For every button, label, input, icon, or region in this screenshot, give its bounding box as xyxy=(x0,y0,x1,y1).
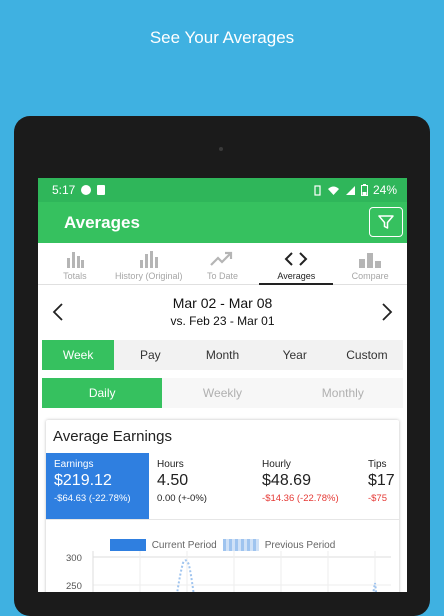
filter-icon xyxy=(378,215,394,229)
average-earnings-card: Average Earnings Earnings $219.12 -$64.6… xyxy=(46,420,399,592)
metric-change: -$64.63 (-22.78%) xyxy=(54,493,131,504)
metric-value: $48.69 xyxy=(262,472,311,489)
app-bar: Averages xyxy=(38,202,407,243)
metric-value: $17 xyxy=(367,472,395,489)
app-notification-icon xyxy=(81,185,92,195)
range-year[interactable]: Year xyxy=(259,340,331,370)
metric-value: $219.12 xyxy=(54,472,112,489)
tab-label: Totals xyxy=(63,271,87,281)
metric-change: 0.00 (+-0%) xyxy=(157,493,207,504)
page-title: Averages xyxy=(64,212,140,232)
status-bar: 5:17 24% xyxy=(38,178,407,202)
metric-label: Tips xyxy=(367,459,387,470)
chevron-left-icon xyxy=(52,302,63,321)
signal-icon xyxy=(345,185,355,195)
tab-label: Compare xyxy=(351,271,389,281)
interval-monthly[interactable]: Monthly xyxy=(283,378,403,408)
legend-previous-label: Previous Period xyxy=(264,539,336,551)
document-notification-icon xyxy=(97,185,106,195)
legend-current-label: Current Period xyxy=(151,539,217,551)
card-title: Average Earnings xyxy=(53,428,172,445)
tab-label: Averages xyxy=(277,271,316,281)
metric-hourly[interactable]: Hourly $48.69 -$14.36 (-22.78%) xyxy=(254,453,360,519)
previous-period-line xyxy=(176,559,195,592)
tab-history[interactable]: History (Original) xyxy=(112,243,186,284)
compare-period-range: vs. Feb 23 - Mar 01 xyxy=(170,314,275,328)
tab-label: To Date xyxy=(206,271,238,281)
wifi-icon xyxy=(327,186,339,195)
previous-period-line xyxy=(372,582,378,592)
tab-bar: Totals History (Original) To Date Averag… xyxy=(38,243,407,285)
tab-averages[interactable]: Averages xyxy=(259,243,333,285)
metric-value: 4.50 xyxy=(157,472,189,489)
compare-bars-icon xyxy=(359,253,382,268)
tab-compare[interactable]: Compare xyxy=(333,243,407,284)
metric-hours[interactable]: Hours 4.50 0.00 (+-0%) xyxy=(149,453,254,519)
current-period-range: Mar 02 - Mar 08 xyxy=(172,295,273,311)
tab-to-date[interactable]: To Date xyxy=(186,243,260,284)
code-brackets-icon xyxy=(284,252,308,266)
tab-totals[interactable]: Totals xyxy=(38,243,112,284)
trending-up-icon xyxy=(210,251,233,266)
range-custom[interactable]: Custom xyxy=(331,340,403,370)
metric-label: Hours xyxy=(157,459,184,470)
period-dates: Mar 02 - Mar 08 vs. Feb 23 - Mar 01 xyxy=(78,295,367,328)
app-screen: 5:17 24% Averages Totals History (Origin… xyxy=(38,178,407,592)
battery-icon xyxy=(360,184,368,196)
range-week[interactable]: Week xyxy=(42,340,115,370)
current-period-swatch xyxy=(109,539,146,551)
date-navigator: Mar 02 - Mar 08 vs. Feb 23 - Mar 01 xyxy=(38,285,407,338)
y-tick-label: 250 xyxy=(66,581,82,592)
interval-daily[interactable]: Daily xyxy=(42,378,163,408)
camera-dot xyxy=(219,147,223,151)
y-tick-label: 300 xyxy=(66,553,82,564)
promo-title: See Your Averages xyxy=(149,28,295,47)
metric-earnings[interactable]: Earnings $219.12 -$64.63 (-22.78%) xyxy=(46,453,150,519)
vibrate-icon xyxy=(314,184,321,196)
metric-tips[interactable]: Tips $17 -$75 xyxy=(360,453,399,519)
range-month[interactable]: Month xyxy=(186,340,258,370)
bar-chart-icon xyxy=(66,252,84,268)
tab-label: History (Original) xyxy=(114,271,183,281)
range-pay[interactable]: Pay xyxy=(114,340,186,370)
previous-period-swatch xyxy=(222,539,259,551)
status-time: 5:17 xyxy=(52,183,76,197)
battery-percent: 24% xyxy=(372,183,397,197)
metric-label: Hourly xyxy=(262,459,291,470)
earnings-chart: 300 250 xyxy=(66,551,391,592)
bar-chart-icon xyxy=(139,251,158,268)
range-selector: Week Pay Month Year Custom xyxy=(42,340,403,370)
metric-change: -$14.36 (-22.78%) xyxy=(262,493,339,504)
interval-weekly[interactable]: Weekly xyxy=(162,378,282,408)
metric-change: -$75 xyxy=(367,493,387,504)
chart-legend: Current Period Previous Period xyxy=(46,539,399,551)
previous-period-button[interactable] xyxy=(38,302,78,322)
chevron-right-icon xyxy=(382,302,393,321)
filter-button[interactable] xyxy=(369,207,403,237)
metrics-row: Earnings $219.12 -$64.63 (-22.78%) Hours… xyxy=(46,453,399,520)
interval-selector: Daily Weekly Monthly xyxy=(42,378,403,408)
next-period-button[interactable] xyxy=(367,302,407,322)
metric-label: Earnings xyxy=(54,459,94,470)
